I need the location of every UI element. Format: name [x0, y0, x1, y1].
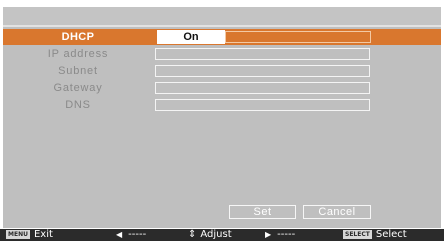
cancel-button[interactable]: Cancel [303, 205, 371, 219]
exit-hint: MENU Exit [6, 229, 53, 241]
panel-header-band [3, 7, 441, 27]
select-key-icon: SELECT [343, 230, 372, 239]
up-down-icon: ⇕ [188, 229, 197, 240]
right-hint: ▶ ----- [265, 229, 295, 241]
dhcp-value-strip [225, 31, 371, 43]
adjust-hint-label: Adjust [200, 229, 232, 240]
ip-address-field[interactable] [155, 48, 370, 60]
adjust-hint: ⇕ Adjust [188, 229, 232, 241]
row-subnet[interactable]: Subnet [3, 63, 441, 79]
left-hint-label: ----- [128, 229, 147, 240]
row-dhcp[interactable]: DHCP On [3, 29, 441, 45]
dns-field[interactable] [155, 99, 370, 111]
row-gateway[interactable]: Gateway [3, 80, 441, 96]
gateway-field[interactable] [155, 82, 370, 94]
dhcp-value[interactable]: On [157, 30, 225, 44]
dhcp-label: DHCP [61, 31, 95, 43]
left-hint: ◀ ----- [116, 229, 146, 241]
select-hint-label: Select [375, 229, 407, 240]
row-ip-address[interactable]: IP address [3, 46, 441, 62]
row-dns[interactable]: DNS [3, 97, 441, 113]
dns-label: DNS [65, 99, 91, 111]
exit-hint-label: Exit [33, 229, 53, 240]
ip-address-label: IP address [47, 48, 109, 60]
select-hint: SELECT Select [343, 229, 407, 241]
right-hint-label: ----- [277, 229, 296, 240]
set-button[interactable]: Set [229, 205, 296, 219]
subnet-label: Subnet [58, 65, 98, 77]
gateway-label: Gateway [53, 82, 103, 94]
triangle-right-icon: ▶ [265, 230, 272, 239]
network-settings-panel: DHCP On IP address Subnet Gateway DNS Se… [3, 7, 441, 228]
triangle-left-icon: ◀ [116, 230, 123, 239]
subnet-field[interactable] [155, 65, 370, 77]
control-hint-bar: MENU Exit ◀ ----- ⇕ Adjust ▶ ----- SELECT Sel… [0, 229, 444, 241]
menu-key-icon: MENU [6, 230, 30, 239]
